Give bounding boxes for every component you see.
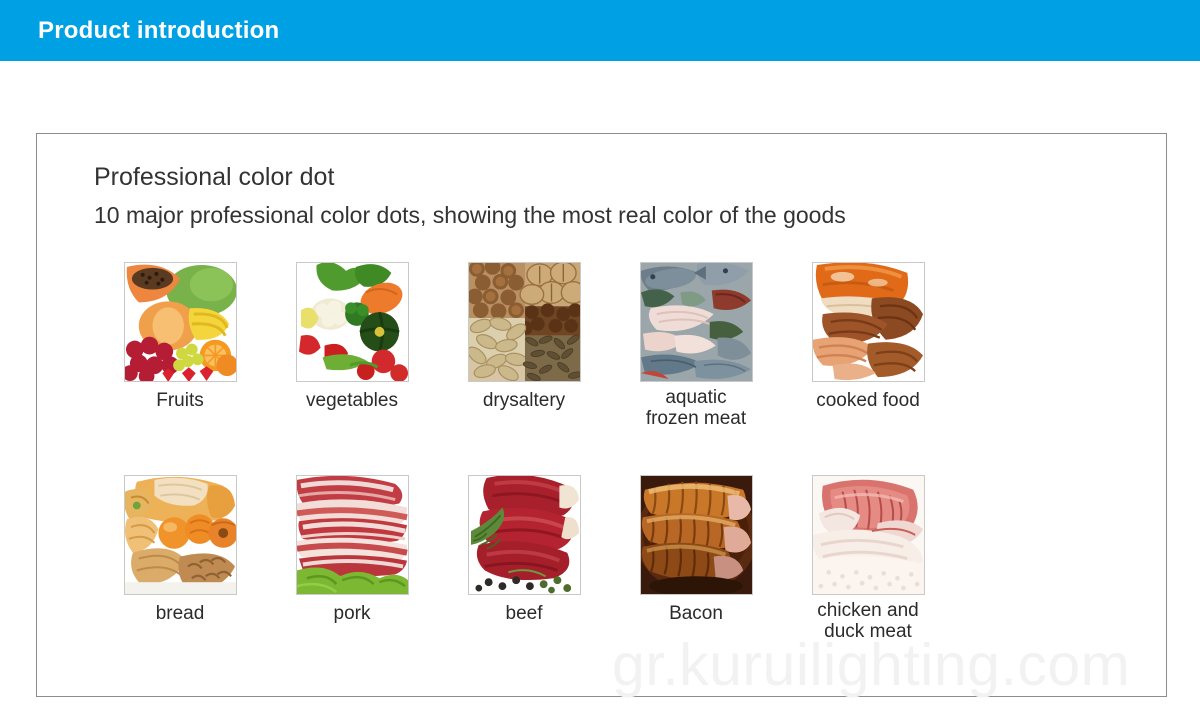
page-title: Product introduction [38, 17, 280, 44]
product-tile-cooked-food[interactable]: cooked food [782, 262, 954, 412]
chicken-and-duck-meat-photo [811, 475, 925, 595]
product-tile-chicken-and-duck-meat[interactable]: chicken and duck meat [782, 475, 954, 642]
pork-photo [295, 475, 409, 595]
content-card: Professional color dot 10 major professi… [36, 133, 1167, 697]
product-tile-aquatic-frozen-meat[interactable]: aquatic frozen meat [610, 262, 782, 429]
product-tile-beef[interactable]: beef [438, 475, 610, 625]
product-label: bread [155, 603, 205, 624]
product-label: Bacon [669, 603, 723, 624]
product-label: pork [333, 603, 371, 624]
product-tile-pork[interactable]: pork [266, 475, 438, 625]
product-label: chicken and duck meat [782, 600, 954, 642]
product-label-line2: frozen meat [645, 407, 747, 429]
product-label-line1: chicken and [817, 600, 919, 621]
product-tile-vegetables[interactable]: vegetables [266, 262, 438, 412]
product-tile-bread[interactable]: bread [94, 475, 266, 625]
product-label: aquatic frozen meat [610, 387, 782, 429]
product-label: beef [505, 603, 543, 624]
product-grid: Fruits vegetables drysaltery aquatic fro… [37, 134, 1166, 696]
product-label: Fruits [156, 390, 204, 411]
vegetables-photo [295, 262, 409, 382]
bacon-photo [639, 475, 753, 595]
product-label: cooked food [816, 390, 920, 411]
beef-photo [467, 475, 581, 595]
bread-photo [123, 475, 237, 595]
product-label: vegetables [306, 390, 398, 411]
page-header-banner: Product introduction [0, 0, 1200, 61]
product-tile-drysaltery[interactable]: drysaltery [438, 262, 610, 412]
fruits-photo [123, 262, 237, 382]
drysaltery-photo [467, 262, 581, 382]
product-label-line2: duck meat [824, 620, 912, 642]
product-label-line1: aquatic [665, 387, 727, 408]
cooked-food-photo [811, 262, 925, 382]
aquatic-frozen-meat-photo [639, 262, 753, 382]
product-tile-bacon[interactable]: Bacon [610, 475, 782, 625]
product-tile-fruits[interactable]: Fruits [94, 262, 266, 412]
product-label: drysaltery [482, 390, 566, 411]
